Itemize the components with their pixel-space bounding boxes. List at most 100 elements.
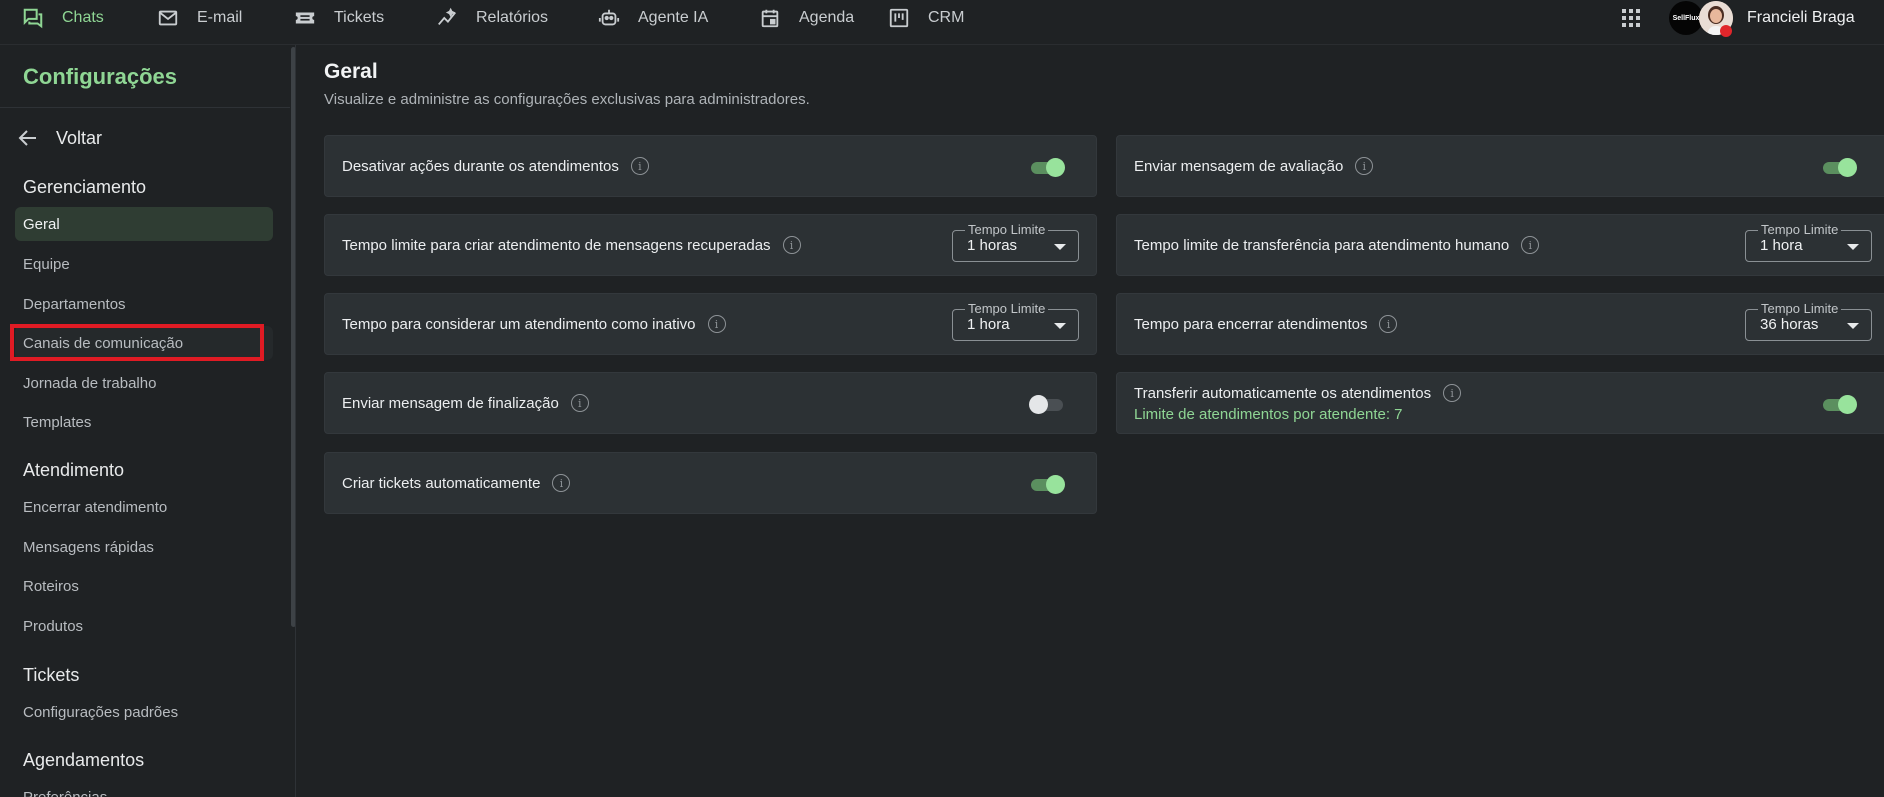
- nav-agente-ia[interactable]: Agente IA: [598, 0, 708, 36]
- reports-icon: [438, 7, 456, 26]
- apps-grid-icon[interactable]: [1621, 8, 1641, 28]
- sidebar-item-departamentos[interactable]: Departamentos: [15, 287, 273, 321]
- info-icon[interactable]: i: [1443, 384, 1462, 402]
- top-navigation-bar: Chats E-mail Tickets Relatórios Agente I…: [0, 0, 1884, 45]
- card-label: Desativar ações durante os atendimentos …: [342, 157, 649, 175]
- info-icon[interactable]: i: [707, 315, 726, 333]
- sidebar-item-encerrar[interactable]: Encerrar atendimento: [15, 490, 273, 524]
- nav-relatorios-label: Relatórios: [476, 9, 549, 26]
- card-label: Enviar mensagem de finalização i: [342, 394, 589, 412]
- section-atendimento: Atendimento: [23, 460, 125, 480]
- info-icon[interactable]: i: [552, 474, 571, 492]
- nav-email[interactable]: E-mail: [157, 0, 242, 36]
- select-value: 1 hora: [967, 316, 1010, 333]
- robot-icon: [598, 9, 620, 26]
- caret-down-icon: [1054, 244, 1066, 250]
- card-transferir-automaticamente: Transferir automaticamente os atendiment…: [1116, 372, 1884, 434]
- nav-relatorios[interactable]: Relatórios: [436, 0, 548, 36]
- nav-crm[interactable]: CRM: [888, 0, 964, 36]
- card-label: Tempo limite para criar atendimento de m…: [342, 236, 801, 254]
- sidebar-title: Configurações: [23, 64, 178, 89]
- back-label: Voltar: [56, 127, 103, 148]
- caret-down-icon: [1847, 244, 1859, 250]
- nav-tickets[interactable]: Tickets: [294, 0, 384, 36]
- sidebar-item-equipe[interactable]: Equipe: [15, 247, 273, 281]
- info-icon[interactable]: i: [1355, 157, 1374, 175]
- nav-chats-label: Chats: [62, 9, 104, 26]
- sidebar-item-produtos[interactable]: Produtos: [15, 609, 273, 643]
- sidebar-item-mensagens-rapidas[interactable]: Mensagens rápidas: [15, 530, 273, 564]
- card-mensagem-avaliacao: Enviar mensagem de avaliação i: [1116, 135, 1884, 197]
- card-desativar-acoes: Desativar ações durante os atendimentos …: [324, 135, 1097, 197]
- nav-email-label: E-mail: [197, 9, 243, 26]
- select-legend: Tempo Limite: [965, 222, 1049, 237]
- highlight-box: [10, 324, 264, 361]
- status-dot: [1720, 25, 1732, 37]
- sidebar-scrollbar[interactable]: [291, 47, 295, 627]
- card-mensagem-finalizacao: Enviar mensagem de finalização i: [324, 372, 1097, 434]
- select-value: 1 hora: [1760, 237, 1803, 254]
- settings-sidebar: Configurações Voltar Gerenciamento Geral…: [0, 45, 296, 797]
- toggle-desativar-acoes[interactable]: [1029, 157, 1065, 177]
- sidebar-item-roteiros[interactable]: Roteiros: [15, 569, 273, 603]
- ticket-icon: [295, 12, 315, 24]
- select-value: 1 horas: [967, 237, 1018, 254]
- sidebar-item-config-padroes[interactable]: Configurações padrões: [15, 695, 273, 729]
- toggle-criar-tickets[interactable]: [1029, 474, 1065, 494]
- limite-atendimentos-text: Limite de atendimentos por atendente: 7: [1134, 406, 1403, 423]
- info-icon[interactable]: i: [1521, 236, 1540, 254]
- nav-agenda[interactable]: Agenda: [759, 0, 854, 36]
- card-tempo-inativo: Tempo para considerar um atendimento com…: [324, 293, 1097, 355]
- toggle-mensagem-finalizacao[interactable]: [1029, 394, 1065, 414]
- card-label: Tempo para considerar um atendimento com…: [342, 315, 726, 333]
- nav-agenda-label: Agenda: [799, 9, 855, 26]
- company-logo: SellFlux: [1669, 1, 1703, 35]
- toggle-mensagem-avaliacao[interactable]: [1821, 157, 1857, 177]
- select-value: 36 horas: [1760, 316, 1819, 333]
- sidebar-item-preferencias[interactable]: Preferências: [15, 780, 273, 797]
- sidebar-item-geral[interactable]: Geral: [15, 207, 273, 241]
- user-name[interactable]: Francieli Braga: [1747, 9, 1855, 27]
- section-gerenciamento: Gerenciamento: [23, 177, 147, 197]
- select-tempo-inativo[interactable]: Tempo Limite 1 hora: [952, 301, 1079, 341]
- arrow-left-icon: [18, 130, 36, 146]
- section-agendamentos: Agendamentos: [23, 750, 145, 770]
- info-icon[interactable]: i: [630, 157, 649, 175]
- info-icon[interactable]: i: [1379, 315, 1398, 333]
- sidebar-divider: [0, 107, 290, 108]
- page-subtitle: Visualize e administre as configurações …: [324, 91, 810, 108]
- card-label: Enviar mensagem de avaliação i: [1134, 157, 1374, 175]
- select-legend: Tempo Limite: [1758, 222, 1842, 237]
- main-content: Geral Visualize e administre as configur…: [297, 45, 1884, 797]
- sidebar-item-templates[interactable]: Templates: [15, 405, 273, 439]
- nav-tickets-label: Tickets: [334, 9, 385, 26]
- info-icon[interactable]: i: [782, 236, 801, 254]
- card-tempo-recuperadas: Tempo limite para criar atendimento de m…: [324, 214, 1097, 276]
- select-legend: Tempo Limite: [1758, 301, 1842, 316]
- chat-icon: [23, 8, 43, 29]
- section-tickets: Tickets: [23, 665, 80, 685]
- card-tempo-transferencia: Tempo limite de transferência para atend…: [1116, 214, 1884, 276]
- select-tempo-encerrar[interactable]: Tempo Limite 36 horas: [1745, 301, 1872, 341]
- sidebar-item-jornada[interactable]: Jornada de trabalho: [15, 366, 273, 400]
- info-icon[interactable]: i: [570, 394, 589, 412]
- card-label: Tempo limite de transferência para atend…: [1134, 236, 1540, 254]
- back-button[interactable]: Voltar: [16, 123, 102, 153]
- page-title: Geral: [324, 60, 378, 83]
- caret-down-icon: [1054, 323, 1066, 329]
- mail-icon: [158, 10, 178, 26]
- select-tempo-transferencia[interactable]: Tempo Limite 1 hora: [1745, 222, 1872, 262]
- nav-crm-label: CRM: [928, 9, 965, 26]
- nav-chats[interactable]: Chats: [22, 0, 104, 36]
- select-tempo-recuperadas[interactable]: Tempo Limite 1 horas: [952, 222, 1079, 262]
- card-label: Tempo para encerrar atendimentos i: [1134, 315, 1398, 333]
- card-label: Criar tickets automaticamente i: [342, 474, 571, 492]
- select-legend: Tempo Limite: [965, 301, 1049, 316]
- card-tempo-encerrar: Tempo para encerrar atendimentos i Tempo…: [1116, 293, 1884, 355]
- account-avatars[interactable]: SellFlux: [1669, 1, 1739, 37]
- nav-agente-ia-label: Agente IA: [638, 9, 709, 26]
- toggle-transferir-automaticamente[interactable]: [1821, 394, 1857, 414]
- calendar-icon: [761, 9, 779, 28]
- card-criar-tickets: Criar tickets automaticamente i: [324, 452, 1097, 514]
- kanban-icon: [889, 8, 909, 28]
